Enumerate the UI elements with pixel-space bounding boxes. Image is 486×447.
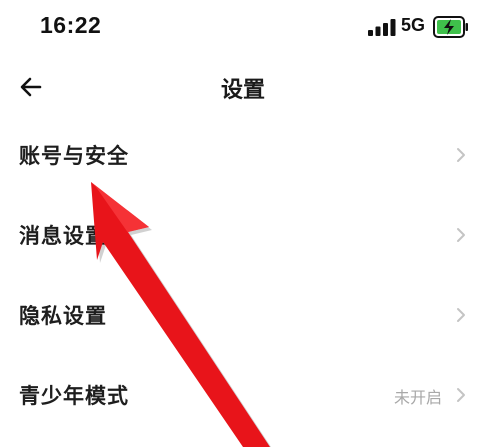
setting-item-privacy-settings[interactable]: 隐私设置: [0, 278, 486, 358]
setting-label: 消息设置: [19, 224, 107, 248]
setting-item-teen-mode[interactable]: 青少年模式 未开启: [0, 358, 486, 438]
setting-label: 账号与安全: [19, 144, 129, 168]
chevron-right-icon: [457, 228, 465, 242]
setting-item-message-settings[interactable]: 消息设置: [0, 198, 486, 278]
teen-mode-status: 未开启: [393, 388, 442, 407]
settings-screen: 16:22 5G 设置 账号与安全 消息设置 隐私设置 青少年模式 未开启: [0, 0, 486, 447]
status-bar: 16:22 5G: [0, 0, 486, 56]
chevron-right-icon: [457, 148, 465, 162]
chevron-right-icon: [457, 308, 465, 322]
battery-charging-icon: [433, 16, 468, 38]
settings-list: 账号与安全 消息设置 隐私设置 青少年模式 未开启: [0, 118, 486, 438]
setting-label: 隐私设置: [19, 304, 107, 328]
setting-item-account-security[interactable]: 账号与安全: [0, 118, 486, 198]
chevron-right-icon: [457, 388, 465, 402]
signal-strength-icon: [368, 19, 396, 36]
navigation-bar: 设置: [0, 62, 486, 112]
status-time: 16:22: [40, 12, 102, 38]
page-title: 设置: [220, 78, 265, 103]
network-type: 5G: [401, 15, 426, 35]
setting-label: 青少年模式: [19, 384, 129, 408]
